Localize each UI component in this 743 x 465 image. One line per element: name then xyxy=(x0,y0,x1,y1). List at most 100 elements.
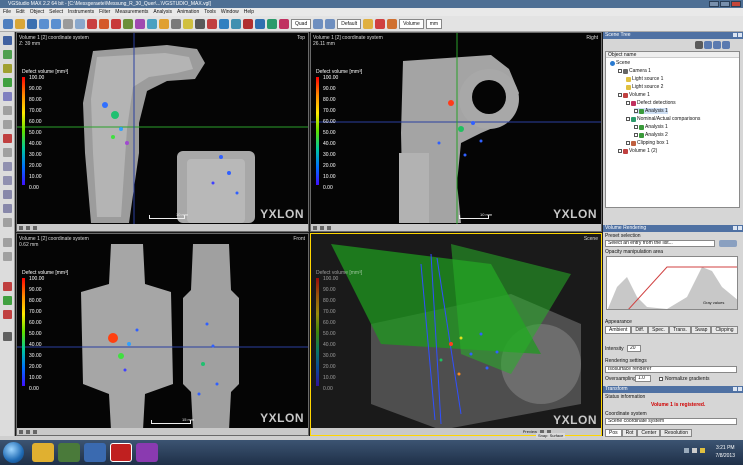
redo-icon[interactable] xyxy=(51,18,61,29)
region-grow-icon[interactable] xyxy=(3,252,12,261)
polygon-icon[interactable] xyxy=(3,120,12,129)
menu-object[interactable]: Object xyxy=(30,9,44,15)
render-icon[interactable] xyxy=(147,18,157,29)
grow-icon[interactable] xyxy=(3,162,12,171)
bookmark-icon[interactable] xyxy=(363,18,374,29)
tab-rotation[interactable]: Rot xyxy=(621,429,638,437)
renderer-select[interactable]: Isosurface renderer xyxy=(605,366,737,373)
tree-item[interactable]: Analysis 2 xyxy=(634,132,668,138)
measure-icon[interactable] xyxy=(123,18,133,29)
visibility-checkbox[interactable] xyxy=(618,149,622,153)
coordinate-system-select[interactable]: Scene coordinate system xyxy=(605,418,737,425)
visibility-checkbox[interactable] xyxy=(634,109,638,113)
maximize-button[interactable] xyxy=(720,1,730,7)
tree-item[interactable]: Light source 2 xyxy=(626,84,663,90)
dock-float-icon[interactable] xyxy=(733,387,737,391)
flag-icon[interactable] xyxy=(375,18,386,29)
move-tool-icon[interactable] xyxy=(99,18,109,29)
dock-close-icon[interactable] xyxy=(738,387,742,391)
menu-analysis[interactable]: Analysis xyxy=(153,9,172,15)
visibility-checkbox[interactable] xyxy=(626,117,630,121)
unit-select[interactable]: mm xyxy=(425,18,443,29)
clip-icon[interactable] xyxy=(207,18,217,29)
view-mode-select[interactable]: Default xyxy=(337,18,362,29)
smooth-icon[interactable] xyxy=(3,204,12,213)
intensity-input[interactable]: 20 xyxy=(627,345,641,352)
dock-close-icon[interactable] xyxy=(738,33,742,37)
tree-item[interactable]: Volume 1 xyxy=(618,92,650,98)
zoom-icon[interactable] xyxy=(313,225,317,230)
tree-up-icon[interactable] xyxy=(704,41,712,49)
visibility-checkbox[interactable] xyxy=(626,141,630,145)
flood-fill-icon[interactable] xyxy=(3,134,12,143)
view-layout-select[interactable]: Quad xyxy=(291,18,312,29)
save-icon[interactable] xyxy=(27,18,37,29)
slice-icon[interactable] xyxy=(26,429,30,434)
threshold-icon[interactable] xyxy=(3,238,12,247)
snap-mode-label[interactable]: Snap: Surface xyxy=(536,433,566,438)
nominal-actual-icon[interactable] xyxy=(267,18,277,29)
menu-edit[interactable]: Edit xyxy=(16,9,25,15)
dock-close-icon[interactable] xyxy=(738,226,742,230)
analysis-icon[interactable] xyxy=(111,18,121,29)
volume-select[interactable]: Volume xyxy=(399,18,424,29)
invert-icon[interactable] xyxy=(3,190,12,199)
volume-icon[interactable] xyxy=(255,18,265,29)
clear-icon[interactable] xyxy=(3,310,12,319)
lasso-icon[interactable] xyxy=(3,78,12,87)
tree-down-icon[interactable] xyxy=(713,41,721,49)
draw-curve-icon[interactable] xyxy=(3,296,12,305)
menu-help[interactable]: Help xyxy=(244,9,254,15)
light-icon[interactable] xyxy=(159,18,169,29)
vgstudio-taskbar-icon[interactable] xyxy=(110,443,132,462)
tree-item[interactable]: Analysis 1 xyxy=(634,124,668,130)
menu-filter[interactable]: Filter xyxy=(99,9,110,15)
tab-transparency[interactable]: Trans. xyxy=(668,326,691,334)
tree-item[interactable]: Camera 1 xyxy=(618,68,651,74)
menu-measurements[interactable]: Measurements xyxy=(115,9,148,15)
normalize-gradients-checkbox[interactable] xyxy=(659,377,663,381)
minimize-button[interactable] xyxy=(709,1,719,7)
network-tray-icon[interactable] xyxy=(684,448,689,453)
visibility-checkbox[interactable] xyxy=(634,133,638,137)
lock-icon[interactable] xyxy=(33,429,37,434)
menu-tools[interactable]: Tools xyxy=(204,9,216,15)
volume-tray-icon[interactable] xyxy=(692,448,697,453)
slice-icon[interactable] xyxy=(26,225,30,230)
select-tool-icon[interactable] xyxy=(87,18,97,29)
menu-window[interactable]: Window xyxy=(221,9,239,15)
menu-file[interactable]: File xyxy=(3,9,11,15)
copy-icon[interactable] xyxy=(75,18,85,29)
tab-clipping[interactable]: Clipping xyxy=(711,326,738,334)
camera-icon[interactable] xyxy=(171,18,181,29)
dock-float-icon[interactable] xyxy=(733,33,737,37)
zoom-icon[interactable] xyxy=(231,18,241,29)
tab-center[interactable]: Center xyxy=(637,429,661,437)
single-view-icon[interactable] xyxy=(325,18,336,29)
visibility-checkbox[interactable] xyxy=(634,125,638,129)
eraser-icon[interactable] xyxy=(3,148,12,157)
tree-item[interactable]: Defect detections xyxy=(626,100,676,106)
lock-icon[interactable] xyxy=(33,225,37,230)
delete-icon[interactable] xyxy=(695,41,703,49)
media-taskbar-icon[interactable] xyxy=(58,443,80,462)
visibility-checkbox[interactable] xyxy=(626,101,630,105)
app-taskbar-icon[interactable] xyxy=(84,443,106,462)
visibility-checkbox[interactable] xyxy=(618,93,622,97)
system-clock[interactable]: 3:21 PM 7/8/2013 xyxy=(716,444,735,460)
flag-tray-icon[interactable] xyxy=(700,448,705,453)
marker-icon[interactable] xyxy=(387,18,398,29)
viewer-taskbar-icon[interactable] xyxy=(136,443,158,462)
undo-icon[interactable] xyxy=(39,18,49,29)
new-icon[interactable] xyxy=(3,18,13,29)
tab-diffuse[interactable]: Diff. xyxy=(631,326,649,334)
fill-icon[interactable] xyxy=(3,218,12,227)
rectangle-icon[interactable] xyxy=(3,92,12,101)
ellipse-icon[interactable] xyxy=(3,106,12,115)
filter-icon[interactable] xyxy=(135,18,145,29)
crosshair-icon[interactable] xyxy=(195,18,205,29)
explorer-taskbar-icon[interactable] xyxy=(32,443,54,462)
tab-swap[interactable]: Swap xyxy=(690,326,712,334)
cut-icon[interactable] xyxy=(63,18,73,29)
shrink-icon[interactable] xyxy=(3,176,12,185)
